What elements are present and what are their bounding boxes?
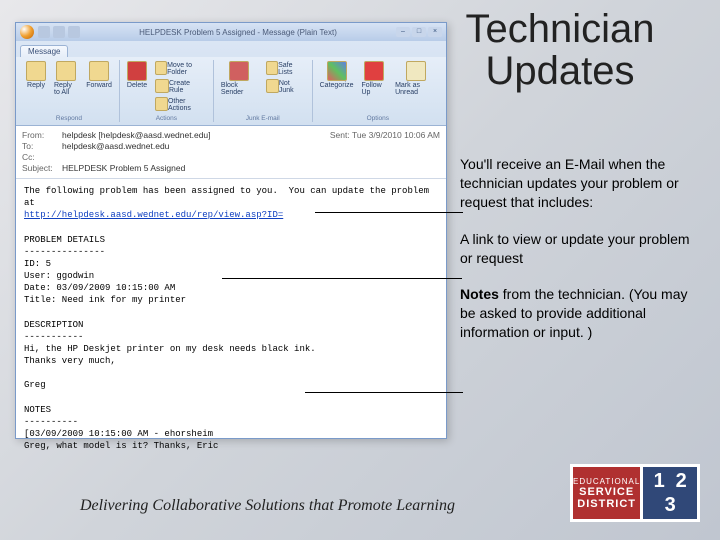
titlebar: HELPDESK Problem 5 Assigned - Message (P… xyxy=(16,23,446,41)
forward-button[interactable]: Forward xyxy=(83,60,115,97)
callout-line-1 xyxy=(315,212,463,213)
maximize-icon[interactable]: □ xyxy=(412,27,426,37)
intro-paragraph: You'll receive an E-Mail when the techni… xyxy=(460,155,700,212)
minimize-icon[interactable]: – xyxy=(396,27,410,37)
reply-button[interactable]: Reply xyxy=(23,60,49,97)
follow-up-button[interactable]: Follow Up xyxy=(358,60,390,97)
email-window: HELPDESK Problem 5 Assigned - Message (P… xyxy=(15,22,447,439)
footer-tagline: Delivering Collaborative Solutions that … xyxy=(80,497,455,515)
callout-line-2 xyxy=(222,278,462,279)
tab-message[interactable]: Message xyxy=(20,45,68,57)
group-actions: Actions xyxy=(124,115,209,122)
not-junk-button[interactable]: Not Junk xyxy=(263,78,308,95)
group-respond: Respond xyxy=(23,115,115,122)
group-options: Options xyxy=(317,115,439,122)
safe-lists-button[interactable]: Safe Lists xyxy=(263,60,308,77)
sent-value: Tue 3/9/2010 10:06 AM xyxy=(352,130,440,140)
message-body: The following problem has been assigned … xyxy=(16,179,446,458)
quick-access-toolbar[interactable] xyxy=(38,26,80,38)
slide-title: Technician Updates xyxy=(430,8,690,92)
create-rule-button[interactable]: Create Rule xyxy=(152,78,209,95)
categorize-button[interactable]: Categorize xyxy=(317,60,357,97)
ribbon-area: Message Reply Reply to All Forward Respo… xyxy=(16,41,446,126)
slide-content: You'll receive an E-Mail when the techni… xyxy=(460,155,700,360)
other-actions-button[interactable]: Other Actions xyxy=(152,96,209,113)
message-header: From:helpdesk [helpdesk@aasd.wednet.edu]… xyxy=(16,126,446,179)
block-sender-button[interactable]: Block Sender xyxy=(218,60,261,97)
close-icon[interactable]: × xyxy=(428,27,442,37)
point-notes: Notes from the technician. (You may be a… xyxy=(460,285,700,342)
callout-line-3 xyxy=(305,392,463,393)
office-orb-icon[interactable] xyxy=(20,25,34,39)
from-value: helpdesk [helpdesk@aasd.wednet.edu] xyxy=(62,130,211,140)
subject-value: HELPDESK Problem 5 Assigned xyxy=(62,163,185,173)
to-value: helpdesk@aasd.wednet.edu xyxy=(62,141,169,151)
esd-logo: EDUCATIONAL SERVICE DISTRICT 123 xyxy=(570,464,700,522)
delete-button[interactable]: Delete xyxy=(124,60,150,113)
problem-link[interactable]: http://helpdesk.aasd.wednet.edu/rep/view… xyxy=(24,210,283,220)
body-details: PROBLEM DETAILS --------------- ID: 5 Us… xyxy=(24,235,316,451)
move-folder-button[interactable]: Move to Folder xyxy=(152,60,209,77)
reply-all-button[interactable]: Reply to All xyxy=(51,60,81,97)
group-junk: Junk E-mail xyxy=(218,115,308,122)
mark-unread-button[interactable]: Mark as Unread xyxy=(392,60,439,97)
point-link: A link to view or update your problem or… xyxy=(460,230,700,268)
window-title: HELPDESK Problem 5 Assigned - Message (P… xyxy=(80,28,396,37)
